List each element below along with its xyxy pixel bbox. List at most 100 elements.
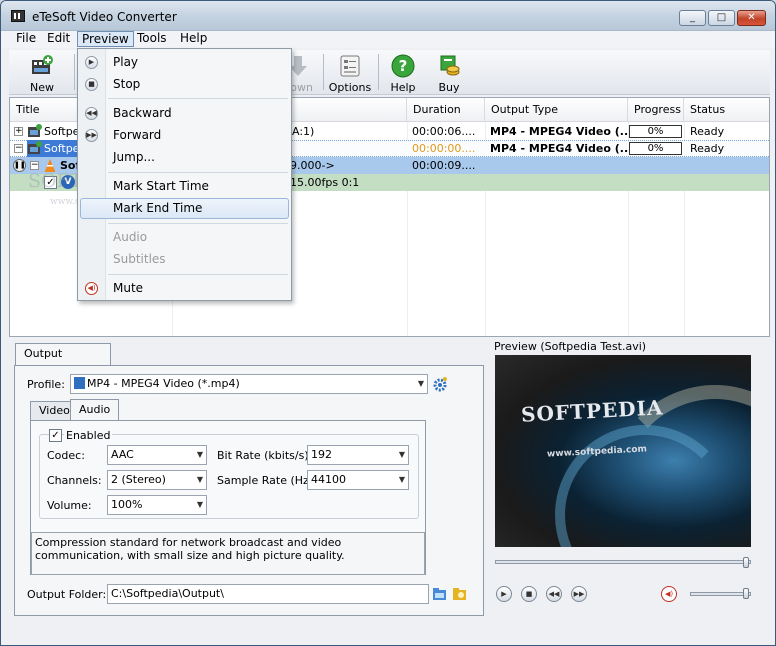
- options-button[interactable]: Options: [323, 52, 377, 94]
- menu-help[interactable]: Help: [176, 31, 211, 47]
- row-info: 9.000->: [290, 159, 335, 172]
- buy-icon: [440, 55, 460, 76]
- open-folder-icon[interactable]: [452, 586, 468, 602]
- buy-label: Buy: [438, 81, 460, 94]
- progress-bar: 0%: [629, 142, 682, 155]
- column-output-type[interactable]: Output Type: [485, 98, 628, 122]
- title-bar[interactable]: eTeSoft Video Converter _ □ ✕: [1, 1, 775, 31]
- preview-title: Preview (Softpedia Test.avi): [494, 340, 647, 353]
- maximize-button[interactable]: □: [708, 10, 735, 26]
- toolbar-separator: [74, 54, 75, 90]
- volume-select[interactable]: 100% ▼: [107, 495, 207, 515]
- new-label: New: [30, 81, 54, 94]
- volume-label: Volume:: [47, 499, 92, 512]
- bitrate-select[interactable]: 192 ▼: [307, 445, 409, 465]
- samplerate-label: Sample Rate (Hz):: [217, 474, 317, 487]
- chevron-down-icon: ▼: [196, 500, 203, 509]
- tab-output-settings[interactable]: Output Settings: [15, 343, 111, 380]
- volume-thumb[interactable]: [743, 588, 749, 599]
- options-icon: [340, 55, 360, 77]
- svg-text:?: ?: [399, 57, 408, 75]
- enabled-checkbox[interactable]: ✓: [49, 429, 62, 442]
- channels-label: Channels:: [47, 474, 102, 487]
- audio-tab-panel: ✓ Enabled Codec: AAC ▼ Bit Rate (kbits/s)…: [30, 420, 426, 575]
- expand-icon[interactable]: +: [14, 127, 23, 136]
- progress-bar: 0%: [629, 125, 682, 138]
- minimize-button[interactable]: _: [679, 10, 706, 26]
- fast-forward-icon: ▶▶: [85, 129, 98, 142]
- menu-item-mark-end[interactable]: Mark End Time: [80, 198, 289, 219]
- close-button[interactable]: ✕: [737, 10, 766, 26]
- menu-edit[interactable]: Edit: [43, 31, 74, 47]
- chevron-down-icon: ▼: [398, 475, 405, 484]
- row-output-type: MP4 - MPEG4 Video (...: [490, 125, 628, 138]
- codec-label: Codec:: [47, 449, 85, 462]
- seek-bar[interactable]: [495, 560, 751, 564]
- enabled-label: Enabled: [64, 429, 113, 442]
- collapse-icon[interactable]: −: [30, 161, 39, 170]
- volume-slider[interactable]: [690, 592, 751, 596]
- forward-button[interactable]: ▶▶: [571, 586, 587, 602]
- menu-tools[interactable]: Tools: [133, 31, 171, 47]
- column-progress[interactable]: Progress: [628, 98, 684, 122]
- tab-audio[interactable]: Audio: [70, 399, 120, 421]
- chevron-down-icon: ▼: [196, 475, 203, 484]
- output-folder-input[interactable]: C:\Softpedia\Output\: [107, 584, 429, 604]
- menu-item-mute[interactable]: ◀) Mute: [80, 278, 289, 299]
- codec-select[interactable]: AAC ▼: [107, 445, 207, 465]
- chevron-down-icon: ▼: [417, 379, 424, 388]
- row-status: Ready: [690, 142, 725, 155]
- buy-button[interactable]: Buy: [422, 52, 476, 94]
- profile-film-icon: [74, 377, 85, 389]
- app-film-icon: [11, 10, 25, 22]
- menu-preview[interactable]: Preview: [77, 31, 134, 47]
- main-window: eTeSoft Video Converter _ □ ✕ File Edit …: [0, 0, 776, 646]
- play-button[interactable]: ▶: [496, 586, 512, 602]
- chevron-down-icon: ▼: [196, 450, 203, 459]
- stop-button[interactable]: ■: [521, 586, 537, 602]
- window-title: eTeSoft Video Converter: [32, 10, 177, 24]
- row-duration: 00:00:00....: [412, 142, 476, 155]
- menu-file[interactable]: File: [12, 31, 40, 47]
- output-folder-label: Output Folder:: [27, 588, 107, 601]
- menu-bar: File Edit Preview Tools Help: [1, 31, 775, 48]
- profile-settings-gear-icon[interactable]: [432, 376, 448, 392]
- bitrate-label: Bit Rate (kbits/s):: [217, 449, 313, 462]
- menu-item-stop[interactable]: ■ Stop: [80, 74, 289, 95]
- output-settings-panel: Profile: MP4 - MPEG4 Video (*.mp4) ▼ Vid…: [14, 365, 484, 616]
- browse-folder-icon[interactable]: [432, 586, 448, 602]
- channels-select[interactable]: 2 (Stereo) ▼: [107, 470, 207, 490]
- menu-item-play[interactable]: ▶ Play: [80, 52, 289, 73]
- collapse-icon[interactable]: −: [14, 144, 23, 153]
- new-button[interactable]: New: [15, 52, 69, 94]
- preview-menu: ▶ Play ■ Stop ◀◀ Backward ▶▶ Forward Jump...…: [77, 48, 292, 301]
- menu-item-audio: Audio: [113, 230, 148, 244]
- profile-label: Profile:: [27, 378, 65, 391]
- menu-item-jump[interactable]: Jump...: [80, 147, 289, 168]
- codec-description: Compression standard for network broadca…: [31, 532, 425, 575]
- options-label: Options: [328, 81, 372, 94]
- row-duration: 00:00:06....: [412, 125, 476, 138]
- pause-icon[interactable]: ❚❚: [13, 159, 26, 172]
- stop-icon: ■: [85, 78, 98, 91]
- menu-item-mark-start[interactable]: Mark Start Time: [80, 176, 289, 197]
- menu-item-subtitles: Subtitles: [113, 252, 166, 266]
- column-duration[interactable]: Duration: [407, 98, 485, 122]
- play-icon: ▶: [85, 56, 98, 69]
- column-status[interactable]: Status: [684, 98, 769, 122]
- menu-item-forward[interactable]: ▶▶ Forward: [80, 125, 289, 146]
- chevron-down-icon: ▼: [398, 450, 405, 459]
- row-duration: 00:00:09....: [412, 159, 476, 172]
- row-info: 15.00fps 0:1: [290, 176, 360, 189]
- backward-button[interactable]: ◀◀: [546, 586, 562, 602]
- profile-select[interactable]: MP4 - MPEG4 Video (*.mp4) ▼: [70, 374, 428, 394]
- mute-speaker-icon: ◀): [85, 282, 98, 295]
- video-preview: SOFTPEDIA www.softpedia.com: [495, 355, 751, 547]
- samplerate-select[interactable]: 44100 ▼: [307, 470, 409, 490]
- rewind-icon: ◀◀: [85, 107, 98, 120]
- mute-button[interactable]: ◀): [661, 586, 677, 602]
- row-info: A:1): [292, 125, 315, 138]
- help-icon: ?: [391, 54, 415, 78]
- menu-item-backward[interactable]: ◀◀ Backward: [80, 103, 289, 124]
- seek-thumb[interactable]: [743, 557, 749, 568]
